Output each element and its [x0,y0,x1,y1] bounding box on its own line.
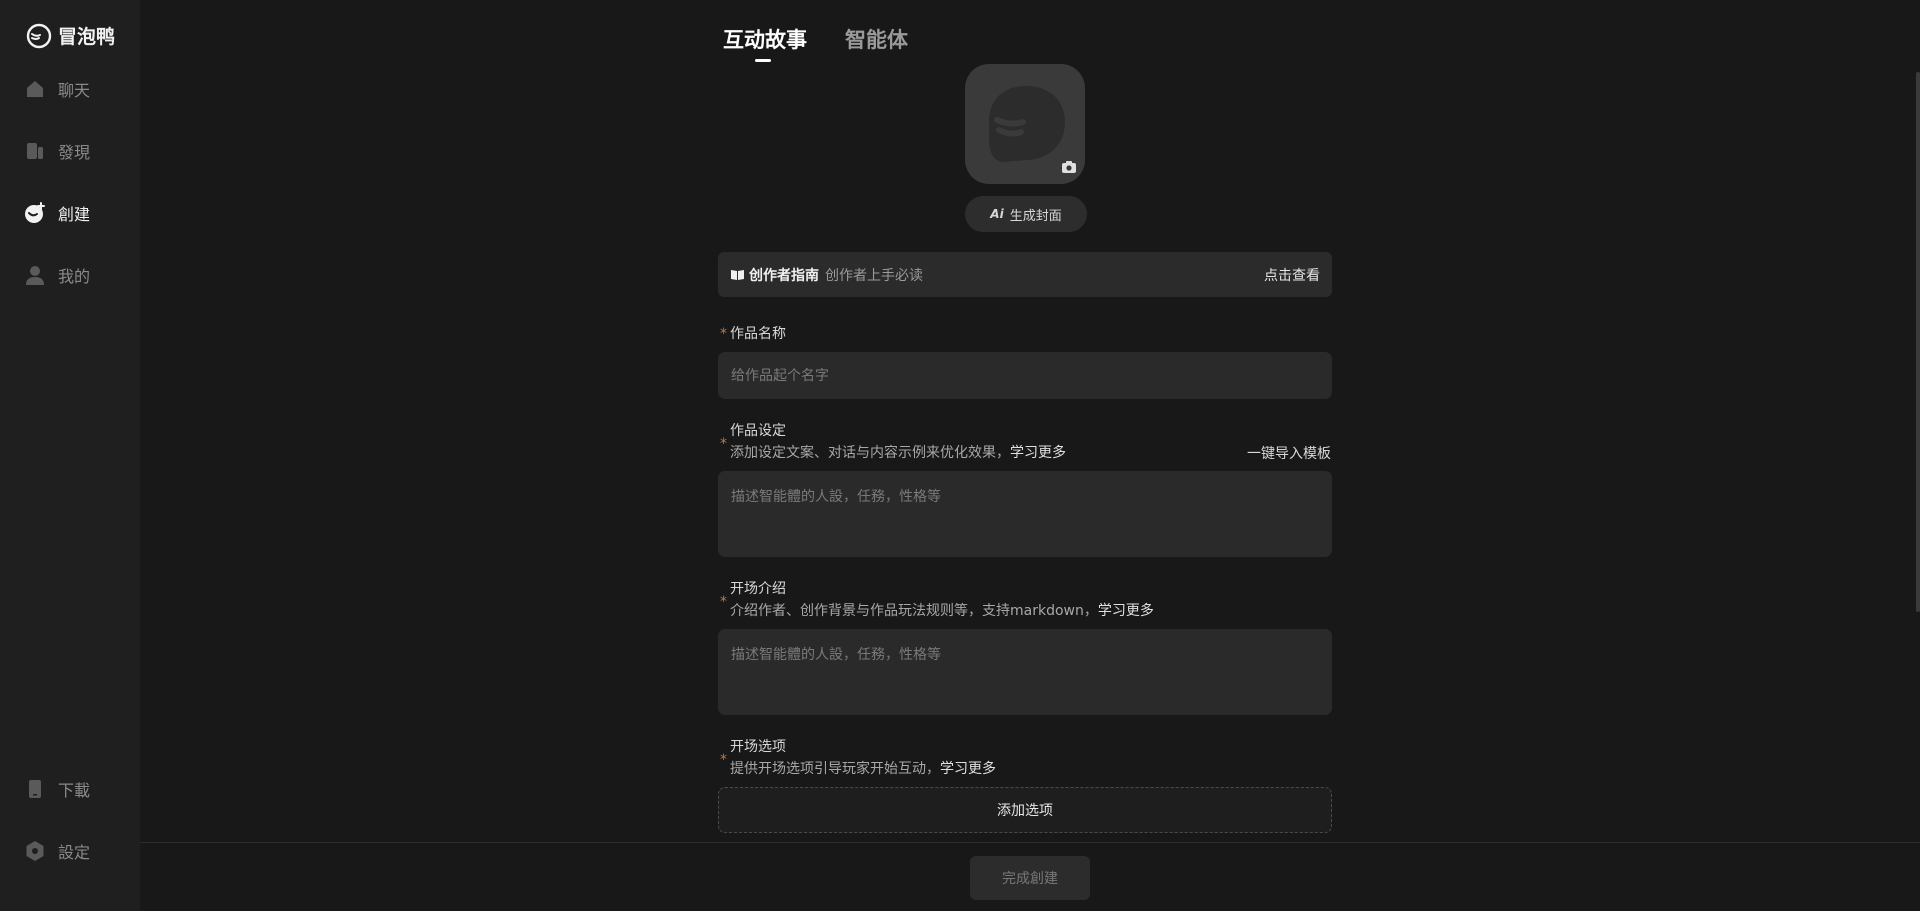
ai-generate-cover-button[interactable]: Ai 生成封面 [965,196,1087,232]
cover-upload[interactable] [965,64,1085,184]
learn-more-link[interactable]: 学习更多 [1098,603,1154,619]
opening-options-label: 开场选项 [730,739,786,755]
guide-subtitle: 创作者上手必读 [825,267,923,284]
work-name-input[interactable] [718,352,1332,399]
book-icon [731,269,744,280]
sidebar-item-label: 我的 [58,267,91,286]
opening-intro-desc-text: 介绍作者、创作背景与作品玩法规则等，支持markdown， [730,603,1098,619]
sidebar-item-settings[interactable]: 設定 [24,839,90,863]
opening-intro-label: 开场介绍 [730,581,786,597]
app-name: 冒泡鸭 [58,26,116,48]
learn-more-link[interactable]: 学习更多 [1010,445,1066,461]
main-content: 互动故事 智能体 Ai 生成封面 创作者指南 创作者上手必读 点击查看 * 作品… [140,0,1920,911]
required-mark: * [720,436,727,452]
learn-more-link[interactable]: 学习更多 [940,761,996,777]
sidebar-item-chat[interactable]: 聊天 [24,77,90,101]
sidebar-item-label: 聊天 [58,81,91,100]
discover-icon [27,143,43,159]
opening-options-desc-text: 提供开场选项引导玩家开始互动， [730,761,940,777]
create-icon [25,202,45,223]
duck-placeholder-icon [989,86,1065,162]
sidebar: 冒泡鸭 聊天 發現 創建 我的 下載 設定 [0,0,140,911]
sidebar-item-label: 下載 [58,781,91,800]
sidebar-item-create[interactable]: 創建 [24,201,90,225]
tab-bar: 互动故事 智能体 [723,24,946,62]
guide-view-link[interactable]: 点击查看 [1264,265,1320,285]
phone-icon [29,780,41,798]
opening-options-desc: 提供开场选项引导玩家开始互动，学习更多 [730,758,996,778]
sidebar-item-me[interactable]: 我的 [24,263,90,287]
footer-bar: 完成創建 [140,842,1920,911]
work-setting-desc: 添加设定文案、对话与内容示例来优化效果，学习更多 [730,442,1066,462]
home-icon [27,81,43,97]
guide-title: 创作者指南 [749,267,819,284]
opening-intro-textarea[interactable] [718,629,1332,715]
tab-interactive-story[interactable]: 互动故事 [723,24,807,62]
required-mark: * [720,594,727,610]
work-name-label: 作品名称 [730,326,786,342]
required-mark: * [720,326,727,342]
finish-create-button[interactable]: 完成創建 [970,856,1090,900]
work-setting-textarea[interactable] [718,471,1332,557]
scrollbar[interactable] [1916,72,1920,612]
tab-agent[interactable]: 智能体 [845,24,908,54]
sidebar-item-label: 發現 [58,143,91,162]
work-setting-label: 作品设定 [730,423,786,439]
sidebar-item-download[interactable]: 下載 [24,777,90,801]
camera-icon[interactable] [1061,160,1077,174]
user-icon [26,266,44,285]
sidebar-item-discover[interactable]: 發現 [24,139,90,163]
import-template-link[interactable]: 一键导入模板 [1247,443,1331,463]
work-setting-desc-text: 添加设定文案、对话与内容示例来优化效果， [730,445,1010,461]
creator-guide-banner: 创作者指南 创作者上手必读 点击查看 [718,252,1332,297]
app-logo[interactable]: 冒泡鸭 [26,22,115,49]
opening-intro-desc: 介绍作者、创作背景与作品玩法规则等，支持markdown，学习更多 [730,600,1154,620]
sidebar-item-label: 設定 [58,843,91,862]
ai-generate-label: 生成封面 [1009,208,1062,224]
ai-tag: Ai [990,207,1004,221]
sidebar-item-label: 創建 [58,205,91,224]
required-mark: * [720,752,727,768]
add-option-button[interactable]: 添加选项 [718,787,1332,833]
settings-icon [26,841,44,861]
duck-logo-icon [26,23,52,48]
